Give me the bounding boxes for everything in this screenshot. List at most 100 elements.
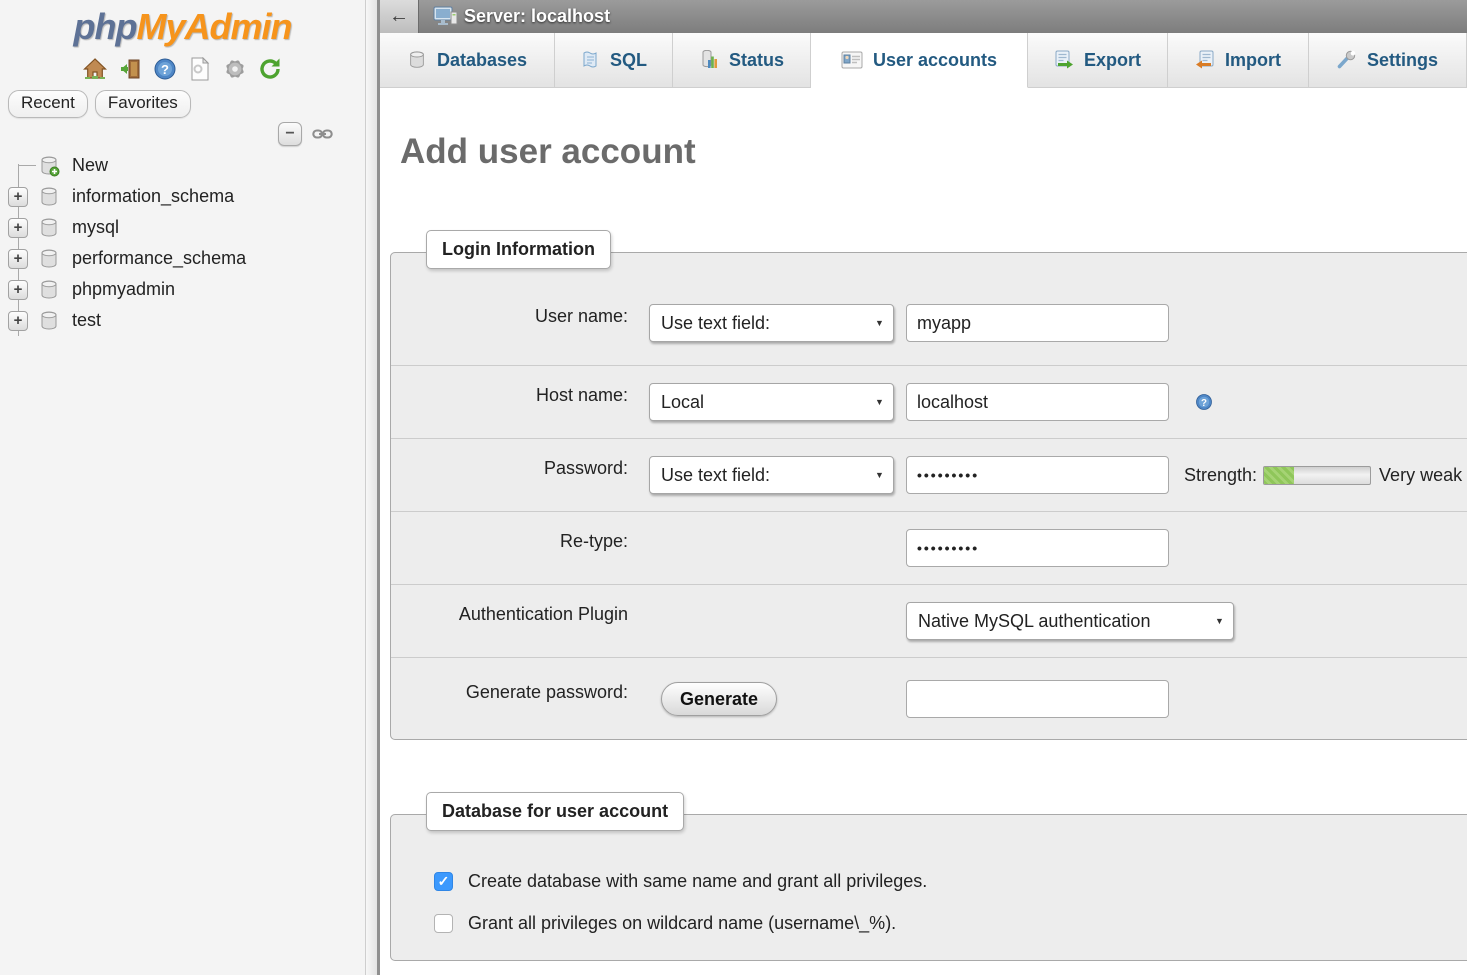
main-tab-bar: Databases SQL Status User accounts Expor… — [380, 33, 1467, 88]
recent-button[interactable]: Recent — [8, 90, 88, 118]
select-value: Use text field: — [650, 465, 866, 486]
sidebar-resize-handle[interactable] — [365, 0, 380, 975]
password-strength: Strength: Very weak — [1184, 465, 1462, 486]
export-icon — [1054, 50, 1074, 70]
tab-label: Settings — [1367, 50, 1438, 71]
database-icon — [38, 217, 60, 239]
main-panel: ← Server: localhost Databases SQL Status… — [380, 0, 1467, 975]
dropdown-arrow-icon: ▼ — [866, 384, 893, 420]
import-icon — [1195, 50, 1215, 70]
checkbox-unchecked-icon[interactable] — [434, 914, 453, 933]
tree-item-database[interactable]: + mysql — [0, 212, 365, 243]
tab-label: Status — [729, 50, 784, 71]
new-database-icon — [38, 155, 60, 177]
tree-item-database[interactable]: + information_schema — [0, 181, 365, 212]
retype-password-input[interactable] — [906, 529, 1169, 567]
auth-plugin-row: Authentication Plugin Native MySQL authe… — [391, 585, 1467, 658]
page-title: Add user account — [400, 132, 696, 172]
strength-label: Strength: — [1184, 465, 1257, 486]
generate-password-label: Generate password: — [391, 682, 628, 703]
password-type-select[interactable]: Use text field: ▼ — [649, 456, 894, 494]
username-label: User name: — [391, 306, 628, 327]
navigation-sidebar: phpMyAdmin ? Recent Favorites − — [0, 0, 365, 975]
hostname-input[interactable] — [906, 383, 1169, 421]
home-icon[interactable] — [82, 56, 108, 82]
tab-settings[interactable]: Settings — [1309, 33, 1467, 88]
tree-stub — [18, 165, 36, 166]
tree-item-new[interactable]: New — [0, 150, 365, 181]
svg-text:?: ? — [1201, 398, 1207, 409]
username-input[interactable] — [906, 304, 1169, 342]
tab-label: Databases — [437, 50, 527, 71]
password-input[interactable] — [906, 456, 1169, 494]
auth-plugin-label: Authentication Plugin — [391, 604, 628, 625]
select-value: Use text field: — [650, 313, 866, 334]
tree-item-database[interactable]: + phpmyadmin — [0, 274, 365, 305]
collapse-all-icon[interactable]: − — [278, 122, 302, 146]
dropdown-arrow-icon: ▼ — [866, 305, 893, 341]
hostname-type-select[interactable]: Local ▼ — [649, 383, 894, 421]
tab-sql[interactable]: SQL — [555, 33, 673, 88]
database-for-user-legend: Database for user account — [426, 792, 684, 831]
help-icon[interactable]: ? — [152, 56, 178, 82]
tab-user-accounts[interactable]: User accounts — [811, 33, 1028, 88]
wrench-icon — [1337, 50, 1357, 70]
grant-wildcard-option[interactable]: Grant all privileges on wildcard name (u… — [434, 913, 896, 934]
tree-item-label: mysql — [72, 217, 119, 238]
hostname-help-icon[interactable]: ? — [1195, 393, 1213, 411]
link-databases-icon[interactable] — [312, 127, 333, 141]
tree-controls: − — [278, 122, 333, 146]
tab-label: Import — [1225, 50, 1281, 71]
user-accounts-icon — [841, 51, 863, 69]
login-information-fieldset: Login Information User name: Use text fi… — [390, 252, 1467, 740]
username-row: User name: Use text field: ▼ — [391, 253, 1467, 366]
tree-item-label: phpmyadmin — [72, 279, 175, 300]
username-type-select[interactable]: Use text field: ▼ — [649, 304, 894, 342]
expand-plus-icon[interactable]: + — [8, 280, 28, 300]
strength-meter-fill — [1264, 467, 1294, 484]
tab-import[interactable]: Import — [1168, 33, 1309, 88]
checkbox-label: Create database with same name and grant… — [468, 871, 927, 892]
auth-plugin-select[interactable]: Native MySQL authentication ▼ — [906, 602, 1234, 640]
retype-row: Re-type: — [391, 512, 1467, 585]
password-label: Password: — [391, 458, 628, 479]
database-icon — [38, 186, 60, 208]
sidebar-nav-icons: ? — [0, 56, 365, 82]
tree-item-database[interactable]: + test — [0, 305, 365, 336]
svg-text:?: ? — [161, 62, 169, 77]
generated-password-input[interactable] — [906, 680, 1169, 718]
logo-php-text: php — [74, 6, 137, 47]
tab-label: User accounts — [873, 50, 997, 71]
refresh-icon[interactable] — [257, 56, 283, 82]
expand-plus-icon[interactable]: + — [8, 218, 28, 238]
phpmyadmin-logo[interactable]: phpMyAdmin — [0, 6, 365, 48]
docs-icon[interactable] — [187, 56, 213, 82]
expand-plus-icon[interactable]: + — [8, 311, 28, 331]
tab-label: SQL — [610, 50, 647, 71]
back-button[interactable]: ← — [380, 0, 419, 33]
select-value: Native MySQL authentication — [907, 611, 1206, 632]
select-value: Local — [650, 392, 866, 413]
database-for-user-fieldset: Database for user account ✓ Create datab… — [390, 814, 1467, 961]
tree-item-label: information_schema — [72, 186, 234, 207]
expand-plus-icon[interactable]: + — [8, 249, 28, 269]
server-icon — [433, 6, 458, 28]
create-database-option[interactable]: ✓ Create database with same name and gra… — [434, 871, 927, 892]
generate-button[interactable]: Generate — [661, 682, 777, 716]
tree-item-database[interactable]: + performance_schema — [0, 243, 365, 274]
login-information-legend: Login Information — [426, 230, 611, 269]
checkbox-checked-icon[interactable]: ✓ — [434, 872, 453, 891]
checkbox-label: Grant all privileges on wildcard name (u… — [468, 913, 896, 934]
settings-icon[interactable] — [222, 56, 248, 82]
expand-plus-icon[interactable]: + — [8, 187, 28, 207]
status-icon — [699, 50, 719, 70]
logo-myadmin-text: MyAdmin — [136, 6, 291, 47]
strength-meter — [1263, 466, 1371, 485]
server-breadcrumb-bar: ← Server: localhost — [380, 0, 1467, 33]
database-icon — [38, 310, 60, 332]
favorites-button[interactable]: Favorites — [95, 90, 191, 118]
tab-databases[interactable]: Databases — [380, 33, 555, 88]
tab-export[interactable]: Export — [1028, 33, 1168, 88]
logout-icon[interactable] — [117, 56, 143, 82]
tab-status[interactable]: Status — [673, 33, 811, 88]
